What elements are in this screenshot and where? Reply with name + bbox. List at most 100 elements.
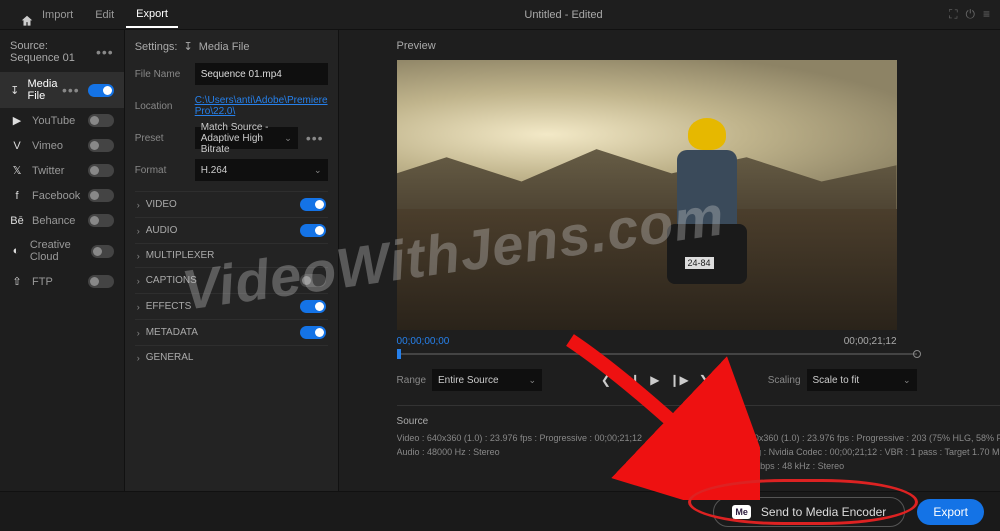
section-metadata[interactable]: ›METADATA	[135, 319, 328, 345]
metadata-toggle[interactable]	[300, 326, 326, 339]
creative-cloud-icon: ◐	[10, 245, 22, 257]
filename-input[interactable]	[195, 63, 328, 85]
format-select[interactable]: H.264⌄	[195, 159, 328, 181]
chevron-down-icon: ⌄	[528, 375, 536, 386]
source-video-line: Video : 640x360 (1.0) : 23.976 fps : Pro…	[397, 433, 643, 443]
location-label: Location	[135, 101, 187, 112]
dest-media-file[interactable]: ↧Media File •••	[0, 72, 124, 108]
output-audio-line: Audio : AAC : 320 kbps : 48 kHz : Stereo	[682, 461, 1000, 471]
step-back-icon[interactable]: ◀❙	[621, 373, 640, 387]
behance-toggle[interactable]	[88, 214, 114, 227]
chevron-right-icon: ›	[137, 353, 140, 363]
behance-icon: Bē	[10, 215, 24, 227]
footer-bar: Me Send to Media Encoder Export	[0, 491, 1000, 531]
video-preview[interactable]: 24-84	[397, 60, 897, 330]
twitter-toggle[interactable]	[88, 164, 114, 177]
dest-vimeo[interactable]: VVimeo	[0, 133, 124, 158]
preset-label: Preset	[135, 133, 187, 144]
timecode-end[interactable]: 00;00;21;12	[844, 336, 897, 347]
format-label: Format	[135, 165, 187, 176]
document-title: Untitled - Edited	[178, 9, 949, 21]
summary-info: Source Video : 640x360 (1.0) : 23.976 fp…	[397, 405, 1000, 475]
timeline-end-marker[interactable]	[913, 350, 921, 358]
menu-icon[interactable]: ≡	[983, 7, 990, 22]
ftp-toggle[interactable]	[88, 275, 114, 288]
filename-label: File Name	[135, 69, 187, 80]
settings-panel: Settings: ↧ Media File File Name Locatio…	[125, 30, 339, 491]
source-row: Source: Sequence 01 •••	[0, 36, 124, 72]
dest-youtube[interactable]: ▶YouTube	[0, 108, 124, 133]
preset-select[interactable]: Match Source - Adaptive High Bitrate⌄	[195, 127, 298, 149]
section-video[interactable]: ›VIDEO	[135, 191, 328, 217]
nav-import[interactable]: Import	[32, 3, 83, 27]
window-controls: ⛶ ⏻ ≡	[949, 7, 990, 22]
nav-export[interactable]: Export	[126, 2, 178, 28]
top-nav: Import Edit Export	[10, 2, 178, 28]
download-icon: ↧	[184, 40, 193, 53]
chevron-right-icon: ›	[137, 251, 140, 261]
effects-toggle[interactable]	[300, 300, 326, 313]
chevron-right-icon: ›	[137, 226, 140, 236]
section-audio[interactable]: ›AUDIO	[135, 217, 328, 243]
output-encoding-line: Hardware Encoding : Nvidia Codec : 00;00…	[682, 447, 1000, 457]
chevron-right-icon: ›	[137, 276, 140, 286]
chevron-down-icon: ⌄	[284, 133, 292, 144]
section-captions[interactable]: ›CAPTIONS	[135, 267, 328, 293]
output-heading: Output	[682, 416, 1000, 427]
facebook-toggle[interactable]	[88, 189, 114, 202]
top-bar: Import Edit Export Untitled - Edited ⛶ ⏻…	[0, 0, 1000, 30]
preview-header: Preview	[397, 40, 1000, 52]
range-label: Range	[397, 375, 426, 386]
video-toggle[interactable]	[300, 198, 326, 211]
captions-toggle[interactable]	[300, 274, 326, 287]
vimeo-toggle[interactable]	[88, 139, 114, 152]
scaling-label: Scaling	[768, 375, 801, 386]
dest-ftp[interactable]: ⇧FTP	[0, 269, 124, 294]
location-link[interactable]: C:\Users\anti\Adobe\Premiere Pro\22.0\	[195, 95, 328, 117]
fullscreen-icon[interactable]: ⛶	[949, 7, 957, 22]
chevron-right-icon: ›	[137, 200, 140, 210]
source-heading: Source	[397, 416, 643, 427]
nav-edit[interactable]: Edit	[85, 3, 124, 27]
section-general[interactable]: ›GENERAL	[135, 345, 328, 369]
source-menu-icon[interactable]: •••	[96, 44, 114, 60]
dest-facebook[interactable]: fFacebook	[0, 183, 124, 208]
range-select[interactable]: Entire Source⌄	[432, 369, 542, 391]
send-to-media-encoder-button[interactable]: Me Send to Media Encoder	[713, 497, 905, 527]
twitter-icon: 𝕏	[10, 164, 24, 177]
chevron-right-icon: ›	[137, 328, 140, 338]
license-plate: 24-84	[685, 257, 714, 269]
section-multiplexer[interactable]: ›MULTIPLEXER	[135, 243, 328, 267]
creative-cloud-toggle[interactable]	[91, 245, 113, 258]
set-in-icon[interactable]: ❮	[601, 373, 611, 387]
chevron-down-icon: ⌄	[903, 375, 911, 386]
chevron-down-icon: ⌄	[314, 165, 322, 176]
step-forward-icon[interactable]: ❙▶	[669, 373, 688, 387]
section-effects[interactable]: ›EFFECTS	[135, 293, 328, 319]
playhead[interactable]	[397, 349, 401, 359]
audio-toggle[interactable]	[300, 224, 326, 237]
media-file-menu-icon[interactable]: •••	[62, 82, 80, 98]
power-icon[interactable]: ⏻	[965, 7, 975, 22]
dest-creative-cloud[interactable]: ◐Creative Cloud	[0, 233, 124, 269]
timeline[interactable]	[397, 349, 917, 359]
youtube-toggle[interactable]	[88, 114, 114, 127]
export-button[interactable]: Export	[917, 499, 984, 525]
preset-menu-icon[interactable]: •••	[306, 130, 324, 146]
scaling-select[interactable]: Scale to fit⌄	[807, 369, 917, 391]
facebook-icon: f	[10, 190, 24, 202]
dest-twitter[interactable]: 𝕏Twitter	[0, 158, 124, 183]
media-file-toggle[interactable]	[88, 84, 114, 97]
output-video-line: Video : H.264 : 640x360 (1.0) : 23.976 f…	[682, 433, 1000, 443]
play-icon[interactable]: ▶	[650, 373, 659, 387]
home-icon[interactable]	[10, 8, 30, 22]
timecode-start[interactable]: 00;00;00;00	[397, 336, 450, 347]
vimeo-icon: V	[10, 140, 24, 152]
media-encoder-icon: Me	[732, 505, 751, 519]
ftp-icon: ⇧	[10, 275, 24, 288]
preview-panel: Preview 24-84 00;00;00;00 00;00;21;12 Ra…	[339, 30, 1000, 491]
set-out-icon[interactable]: ❯	[699, 373, 709, 387]
dest-behance[interactable]: BēBehance	[0, 208, 124, 233]
settings-header: Settings: ↧ Media File	[135, 40, 328, 53]
youtube-icon: ▶	[10, 114, 24, 127]
